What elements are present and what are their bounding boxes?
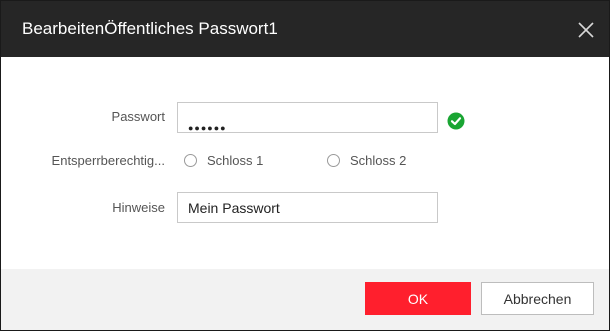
close-button[interactable]	[573, 17, 599, 43]
hint-label: Hinweise	[112, 200, 165, 215]
hint-input[interactable]	[177, 192, 438, 223]
password-label: Passwort	[111, 109, 165, 124]
dialog-title: BearbeitenÖffentliches Passwort1	[22, 19, 278, 38]
radio-circle-icon	[184, 154, 197, 167]
lock2-radio-label: Schloss 2	[350, 153, 407, 168]
cancel-button[interactable]: Abbrechen	[481, 282, 594, 315]
lock2-radio[interactable]: Schloss 2	[327, 153, 406, 168]
close-icon	[578, 22, 594, 38]
lock1-radio-label: Schloss 1	[207, 153, 264, 168]
radio-circle-icon	[327, 154, 340, 167]
edit-password-dialog: BearbeitenÖffentliches Passwort1 Passwor…	[0, 0, 610, 331]
password-masked-value: ●●●●●●	[188, 123, 227, 133]
unlock-permission-label: Entsperrberechtig...	[51, 153, 165, 168]
dialog-titlebar: BearbeitenÖffentliches Passwort1	[1, 1, 609, 57]
ok-button[interactable]: OK	[365, 282, 471, 315]
check-circle-icon	[447, 112, 465, 130]
lock1-radio[interactable]: Schloss 1	[184, 153, 263, 168]
